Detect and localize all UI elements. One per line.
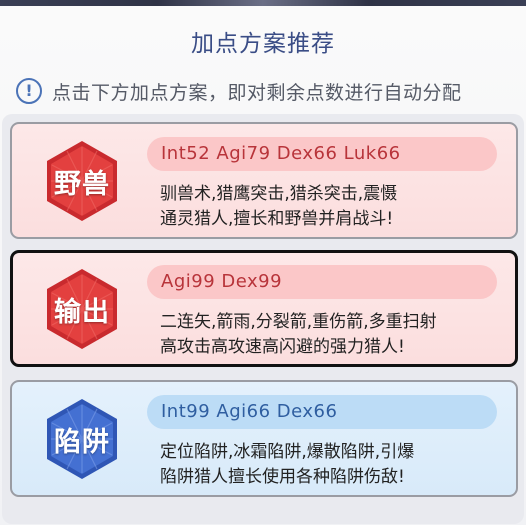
desc-line-1: 驯兽术,猎鹰突击,猎杀突击,震慑 (160, 184, 398, 204)
desc-line-2: 通灵猎人,擅长和野兽并肩战斗! (160, 209, 394, 229)
desc-line-1: 定位陷阱,冰霜陷阱,爆散陷阱,引爆 (160, 442, 415, 462)
plan-card-trap[interactable]: 陷阱 Int99 Agi66 Dex66 定位陷阱,冰霜陷阱,爆散陷阱,引爆 陷… (10, 380, 518, 497)
plan-list: 野兽 Int52 Agi79 Dex66 Luk66 驯兽术,猎鹰突击,猎杀突击… (2, 114, 524, 524)
hint-text: 点击下方加点方案，即对剩余点数进行自动分配 (52, 81, 462, 104)
desc-line-2: 高攻击高攻速高闪避的强力猎人! (160, 337, 405, 357)
plan-card-beast[interactable]: 野兽 Int52 Agi79 Dex66 Luk66 驯兽术,猎鹰突击,猎杀突击… (10, 122, 518, 239)
hint-row: ! 点击下方加点方案，即对剩余点数进行自动分配 (16, 76, 462, 106)
info-circle-icon: ! (16, 78, 42, 104)
plan-description: 定位陷阱,冰霜陷阱,爆散陷阱,引爆 陷阱猎人擅长使用各种陷阱伤敌! (160, 440, 500, 490)
desc-line-2: 陷阱猎人擅长使用各种陷阱伤敌! (160, 467, 405, 487)
plan-stats: Int99 Agi66 Dex66 (147, 395, 497, 429)
plan-stats: Int52 Agi79 Dex66 Luk66 (147, 137, 497, 171)
hexagon-badge-icon: 陷阱 (40, 397, 124, 481)
plan-name: 陷阱 (54, 426, 110, 458)
hexagon-badge-icon: 输出 (40, 267, 124, 351)
plan-description: 驯兽术,猎鹰突击,猎杀突击,震慑 通灵猎人,擅长和野兽并肩战斗! (160, 182, 500, 232)
plan-name: 野兽 (54, 168, 110, 200)
desc-line-1: 二连矢,箭雨,分裂箭,重伤箭,多重扫射 (160, 312, 437, 332)
dialog-title: 加点方案推荐 (191, 31, 335, 57)
plan-name: 输出 (54, 296, 110, 328)
plan-description: 二连矢,箭雨,分裂箭,重伤箭,多重扫射 高攻击高攻速高闪避的强力猎人! (160, 310, 500, 360)
plan-stats: Agi99 Dex99 (147, 265, 497, 299)
plan-card-damage[interactable]: 输出 Agi99 Dex99 二连矢,箭雨,分裂箭,重伤箭,多重扫射 高攻击高攻… (10, 250, 518, 367)
hexagon-badge-icon: 野兽 (40, 139, 124, 223)
